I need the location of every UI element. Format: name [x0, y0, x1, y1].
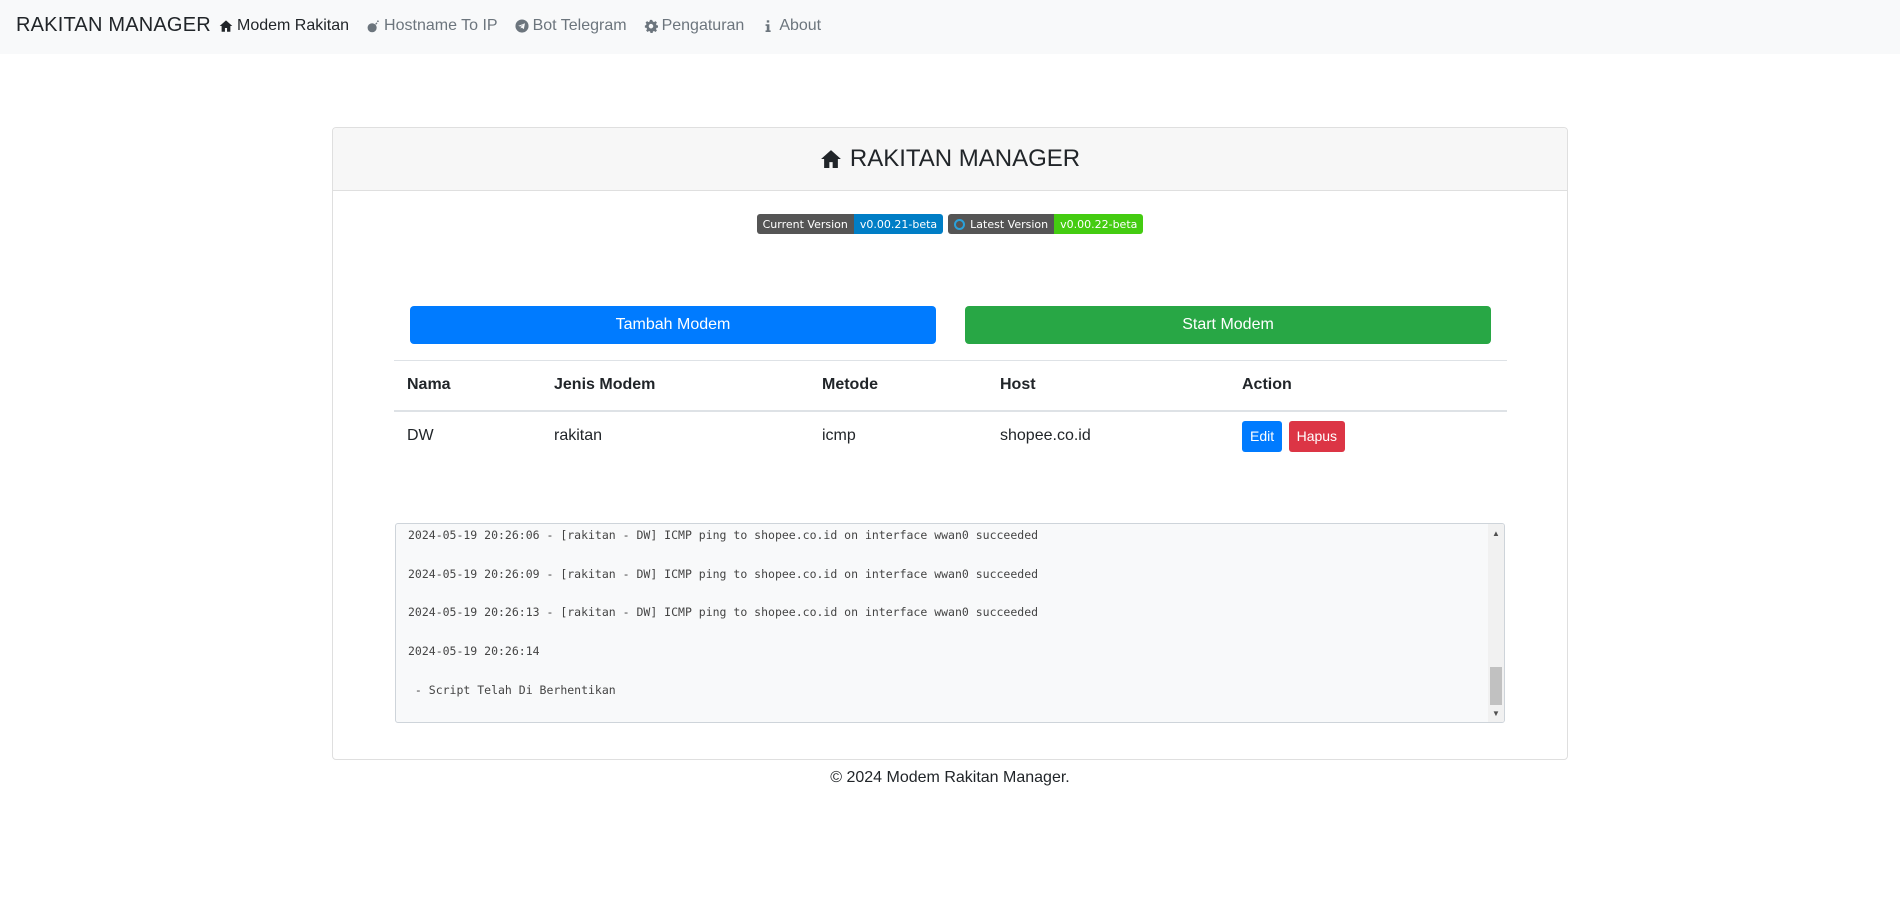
log-line: 2024-05-19 20:26:14 [408, 644, 540, 659]
column-header-nama: Nama [407, 376, 451, 394]
page-title-text: RAKITAN MANAGER [849, 145, 1081, 172]
cell-action: Edit Hapus [1229, 411, 1507, 461]
log-output[interactable]: 2024-05-19 20:26:06 - [rakitan - DW] ICM… [395, 523, 1505, 723]
nav-item-bot-telegram[interactable]: Bot Telegram [514, 17, 627, 35]
info-icon [760, 18, 776, 34]
scrollbar-thumb[interactable] [1490, 667, 1502, 705]
nav-item-pengaturan[interactable]: Pengaturan [643, 17, 745, 35]
column-header-jenis-modem: Jenis Modem [554, 376, 656, 394]
cell-metode: icmp [822, 427, 856, 444]
telegram-icon [514, 18, 530, 34]
log-line: 2024-05-19 20:26:09 - [rakitan - DW] ICM… [408, 566, 1039, 581]
column-header-host: Host [1000, 376, 1036, 394]
nav-item-label: Hostname To IP [384, 17, 498, 34]
log-line: 2024-05-19 20:26:06 - [rakitan - DW] ICM… [408, 528, 1039, 542]
scroll-up-icon[interactable]: ▲ [1488, 526, 1504, 540]
scroll-down-icon[interactable]: ▼ [1488, 706, 1504, 720]
nav-item-label: Pengaturan [661, 17, 745, 34]
gear-icon [643, 18, 659, 34]
release-icon [954, 218, 966, 230]
log-line: 2024-05-19 20:26:13 - [rakitan - DW] ICM… [408, 605, 1039, 620]
badge-label: Latest Version [948, 214, 1055, 234]
navbar-brand[interactable]: RAKITAN MANAGER [16, 14, 211, 37]
log-line: - Script Telah Di Berhentikan [408, 682, 616, 697]
table-row: DW rakitan icmp shopee.co.id Edit Hapus [394, 411, 1507, 461]
nav-item-about[interactable]: About [760, 17, 821, 35]
navbar: RAKITAN MANAGER Modem Rakitan Hostname T… [0, 0, 1900, 54]
bomb-icon [365, 18, 381, 34]
cell-jenis-modem: rakitan [554, 427, 603, 444]
column-header-metode: Metode [822, 376, 878, 394]
nav-links: Modem Rakitan Hostname To IP Bot Telegra… [218, 17, 837, 35]
nav-item-modem-rakitan[interactable]: Modem Rakitan [218, 17, 349, 35]
modem-table: Nama Jenis Modem Metode Host Action DW r… [394, 360, 1507, 461]
footer: © 2024 Modem Rakitan Manager. [830, 769, 1070, 786]
edit-button[interactable]: Edit [1242, 420, 1283, 452]
nav-item-label: About [779, 17, 822, 34]
badge-label-text: Latest Version [970, 217, 1049, 231]
card-header: RAKITAN MANAGER [333, 128, 1567, 191]
table-header-row: Nama Jenis Modem Metode Host Action [394, 360, 1507, 411]
home-icon [820, 147, 844, 171]
page-title: RAKITAN MANAGER [820, 145, 1080, 173]
start-modem-button[interactable]: Start Modem [965, 306, 1491, 344]
cell-host: shopee.co.id [1000, 427, 1091, 444]
home-icon [218, 18, 234, 34]
badge-value: v0.00.22-beta [1054, 214, 1144, 234]
version-badges: Current Version v0.00.21-beta Latest Ver… [333, 214, 1567, 234]
hapus-button[interactable]: Hapus [1288, 420, 1346, 452]
column-header-action: Action [1242, 376, 1292, 394]
nav-item-label: Bot Telegram [532, 17, 627, 34]
cell-nama: DW [407, 427, 434, 444]
badge-value: v0.00.21-beta [853, 214, 944, 234]
nav-item-label: Modem Rakitan [237, 17, 350, 34]
nav-item-hostname-to-ip[interactable]: Hostname To IP [365, 17, 498, 35]
log-content: 2024-05-19 20:26:06 - [rakitan - DW] ICM… [408, 528, 1038, 721]
badge-label: Current Version [756, 214, 854, 234]
latest-version-badge[interactable]: Latest Version v0.00.22-beta [948, 214, 1144, 234]
main-card: RAKITAN MANAGER Current Version v0.00.21… [332, 127, 1568, 760]
log-scrollbar[interactable]: ▲ ▼ [1488, 524, 1504, 722]
tambah-modem-button[interactable]: Tambah Modem [410, 306, 936, 344]
current-version-badge: Current Version v0.00.21-beta [756, 214, 944, 234]
